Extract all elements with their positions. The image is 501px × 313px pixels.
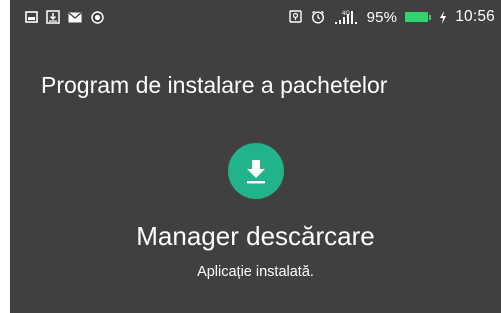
battery-icon	[405, 12, 432, 22]
status-notifications	[24, 10, 104, 24]
status-bar: 4G 95% 10:56	[10, 0, 501, 34]
download-icon	[228, 143, 284, 199]
clock: 10:56	[455, 8, 495, 25]
record-icon	[90, 10, 104, 24]
mail-icon	[68, 10, 82, 24]
status-system: 4G 95% 10:56	[289, 8, 495, 26]
screenshot-icon	[24, 10, 38, 24]
charging-icon	[439, 10, 447, 24]
signal-icon: 4G	[333, 10, 359, 24]
screen: 4G 95% 10:56 Program de instalare a pach…	[0, 0, 501, 313]
installer-screen: 4G 95% 10:56 Program de instalare a pach…	[10, 0, 501, 313]
app-name: Manager descărcare	[136, 221, 375, 251]
battery-level	[405, 12, 429, 22]
install-status: Aplicație instalată.	[197, 264, 314, 280]
location-icon	[289, 10, 303, 24]
download-notification-icon	[46, 10, 60, 24]
battery-percent: 95%	[366, 8, 398, 26]
network-type-label: 4G	[342, 11, 350, 17]
alarm-icon	[311, 10, 325, 24]
page-title: Program de instalare a pachetelor	[41, 72, 388, 98]
